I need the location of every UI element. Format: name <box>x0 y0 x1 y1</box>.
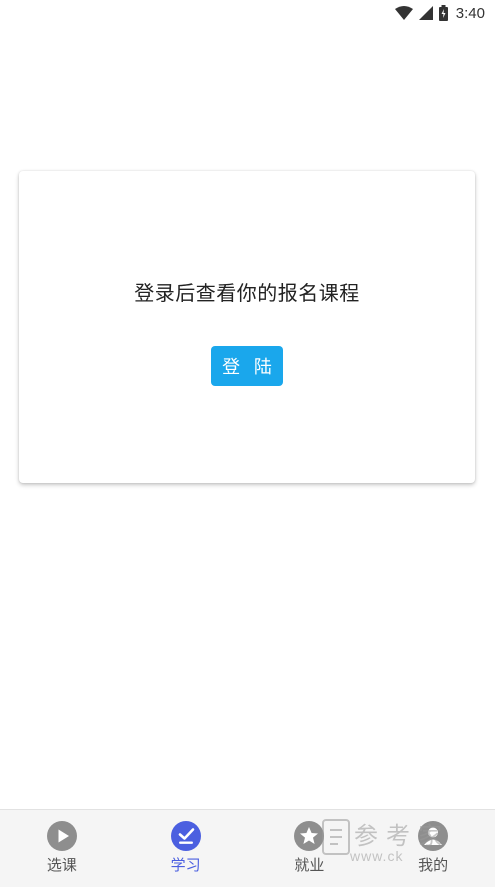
login-prompt-card: 登录后查看你的报名课程 登 陆 <box>19 171 475 483</box>
status-time: 3:40 <box>455 4 485 22</box>
signal-icon <box>418 6 433 20</box>
status-bar: 3:40 <box>0 0 495 26</box>
tab-courses-label: 选课 <box>46 856 77 874</box>
battery-icon <box>438 5 448 21</box>
tab-mine[interactable]: 我的 <box>371 810 495 887</box>
tab-courses[interactable]: 选课 <box>0 810 124 887</box>
tab-employment[interactable]: 就业 <box>248 810 372 887</box>
login-prompt-message: 登录后查看你的报名课程 <box>134 281 360 305</box>
check-icon <box>170 820 202 852</box>
login-button[interactable]: 登 陆 <box>211 346 283 386</box>
tab-study[interactable]: 学习 <box>124 810 248 887</box>
star-icon <box>293 820 325 852</box>
tab-employment-label: 就业 <box>294 856 325 874</box>
tab-study-label: 学习 <box>170 856 201 874</box>
tab-mine-label: 我的 <box>418 856 449 874</box>
user-icon <box>417 820 449 852</box>
play-icon <box>46 820 78 852</box>
bottom-tab-bar: 选课 学习 就业 我的 <box>0 809 495 887</box>
wifi-icon <box>394 6 413 20</box>
